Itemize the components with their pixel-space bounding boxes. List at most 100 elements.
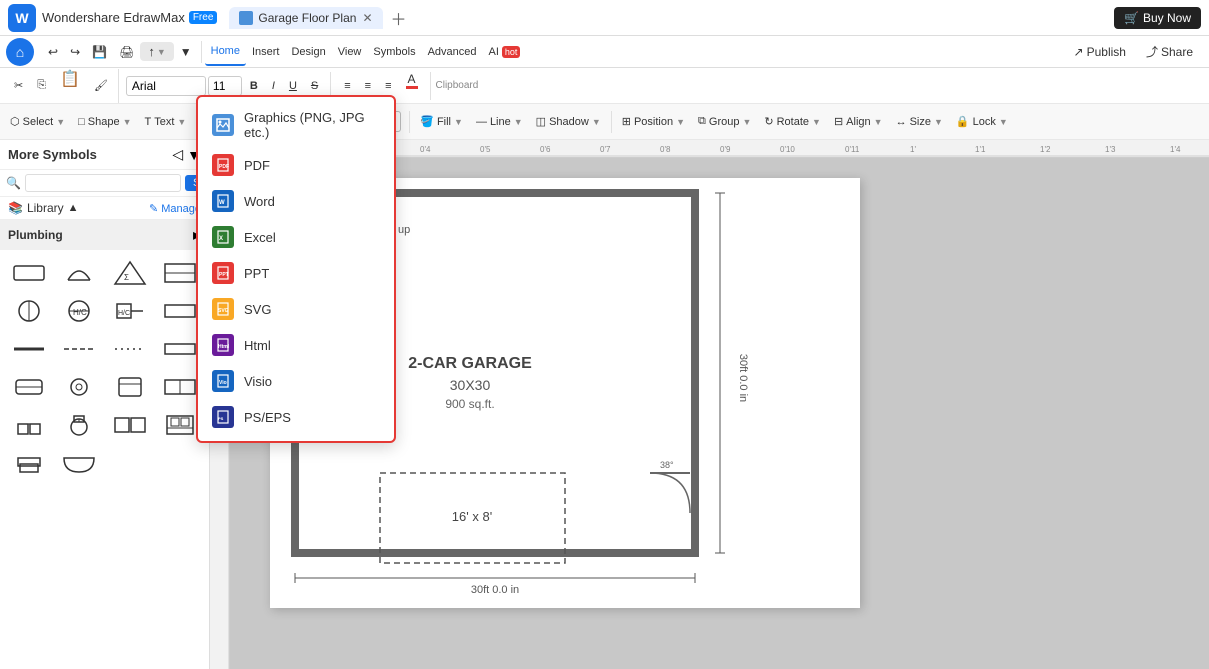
tab-title: Garage Floor Plan [258,11,356,25]
position-button[interactable]: ⊞ Position ▼ [616,108,691,136]
shape-item[interactable] [6,256,52,290]
garage-size: 30X30 [450,377,491,393]
home-icon[interactable]: ⌂ [16,44,24,60]
plumbing-shape-7-icon: H/C [111,296,149,326]
lock-button[interactable]: 🔒 Lock ▼ [950,108,1014,136]
shape-item[interactable] [107,370,153,404]
active-tab[interactable]: Garage Floor Plan ✕ [229,7,382,29]
size-button[interactable]: ↔ Size ▼ [890,108,949,136]
undo-button[interactable]: ↩ [42,42,64,62]
svg-text:SVG: SVG [218,308,229,314]
export-svg-item[interactable]: SVG SVG [198,291,394,327]
text-tool-button[interactable]: T Text ▼ [139,108,193,136]
publish-button[interactable]: ↗ Publish [1064,41,1136,63]
main-layout: More Symbols ◁ ▼ 🔍 Search 📚 Library ▲ ✎ … [0,140,1209,669]
toolbar-row-2: ⬡ Select ▼ □ Shape ▼ T Text ▼ ↗ Connecto… [0,104,1209,140]
svg-text:up: up [398,224,410,236]
export-graphics-item[interactable]: Graphics (PNG, JPG etc.) [198,103,394,147]
sidebar-collapse-button[interactable]: ◁ [172,146,183,163]
more-symbols-label: More Symbols [8,147,97,162]
shape-item[interactable] [6,294,52,328]
fixture-1-icon [10,372,48,402]
line-shape-3-icon [111,334,149,364]
svg-icon: SVG [212,298,234,320]
svg-text:PPT: PPT [219,272,229,278]
excel-label: Excel [244,230,276,245]
menu-symbols[interactable]: Symbols [367,38,421,66]
shape-item[interactable]: H/C [56,294,102,328]
rotate-button[interactable]: ↻ Rotate ▼ [758,108,827,136]
shape-item[interactable] [6,446,52,480]
menu-design[interactable]: Design [285,38,331,66]
publish-icon: ↗ [1074,45,1084,59]
export-html-item[interactable]: Html Html [198,327,394,363]
shape-item[interactable]: Σ [107,256,153,290]
align-button[interactable]: ⊟ Align ▼ [828,108,889,136]
shape-item[interactable] [6,332,52,366]
export-button[interactable]: ↑ ▼ [140,42,173,61]
plumbing-section[interactable]: Plumbing ▸ [0,220,209,250]
shadow-button[interactable]: ◫ Shadow ▼ [530,108,607,136]
svg-text:H/C: H/C [118,310,130,317]
garage-sqft: 900 sq.ft. [445,397,494,411]
format-painter-button[interactable]: 🖌 [88,72,114,100]
select-tool-button[interactable]: ⬡ Select ▼ [4,108,71,136]
plumbing-grid: Σ H/C [0,250,209,486]
share-button[interactable]: ⤴ Share [1136,39,1203,64]
font-size-input[interactable] [208,76,242,96]
export-visio-item[interactable]: Vio Visio [198,363,394,399]
manage-button[interactable]: ✎ Manage [149,202,201,215]
line-button[interactable]: — Line ▼ [470,108,529,136]
export-pdf-item[interactable]: PDF PDF [198,147,394,183]
paste-button[interactable]: 📋 [54,69,86,103]
font-color-button[interactable]: A [400,72,424,100]
search-input[interactable] [25,174,181,192]
menu-view[interactable]: View [332,38,368,66]
ppt-icon: PPT [212,262,234,284]
tab-close-icon[interactable]: ✕ [362,11,372,25]
export-ppt-item[interactable]: PPT PPT [198,255,394,291]
shape-item[interactable] [56,256,102,290]
svg-label: SVG [244,302,271,317]
copy-button[interactable]: ⎘ [31,72,52,100]
print-button[interactable]: 🖨 [113,42,140,62]
word-label: Word [244,194,275,209]
menu-insert[interactable]: Insert [246,38,286,66]
shape-item[interactable] [107,332,153,366]
menu-ai[interactable]: AI hot [483,38,527,66]
svg-text:1'2: 1'2 [1040,145,1051,154]
font-family-input[interactable] [126,76,206,96]
svg-text:1': 1' [910,145,916,154]
cart-icon: 🛒 [1124,11,1139,25]
shape-item[interactable] [56,408,102,442]
menu-advanced[interactable]: Advanced [422,38,483,66]
shape-tool-button[interactable]: □ Shape ▼ [72,108,137,136]
menu-home[interactable]: Home [205,38,246,66]
more-button[interactable]: ▼ [174,42,198,62]
sidebar-header: More Symbols ◁ ▼ [0,140,209,170]
library-row: 📚 Library ▲ ✎ Manage [0,197,209,220]
shape-item[interactable] [107,408,153,442]
export-excel-item[interactable]: X Excel [198,219,394,255]
shape-item[interactable] [56,370,102,404]
cut-button[interactable]: ✂ [8,72,29,100]
shape-item[interactable] [6,408,52,442]
shape-item[interactable] [6,370,52,404]
svg-text:Σ: Σ [124,273,129,282]
svg-text:X: X [219,236,223,242]
shape-item[interactable] [56,332,102,366]
svg-text:0'8: 0'8 [660,145,671,154]
fill-button[interactable]: 🪣 Fill ▼ [414,108,469,136]
group-button[interactable]: ⧉ Group ▼ [692,108,757,136]
new-tab-button[interactable]: ＋ [391,6,407,30]
visio-label: Visio [244,374,272,389]
sidebar-search-row: 🔍 Search [0,170,209,197]
svg-text:PDF: PDF [219,164,229,170]
save-button[interactable]: 💾 [86,42,113,62]
buy-now-button[interactable]: 🛒 Buy Now [1114,7,1201,29]
shape-item[interactable]: H/C [107,294,153,328]
shape-item[interactable] [56,446,102,480]
export-word-item[interactable]: W Word [198,183,394,219]
redo-button[interactable]: ↪ [64,42,86,62]
export-pseps-item[interactable]: PS PS/EPS [198,399,394,435]
